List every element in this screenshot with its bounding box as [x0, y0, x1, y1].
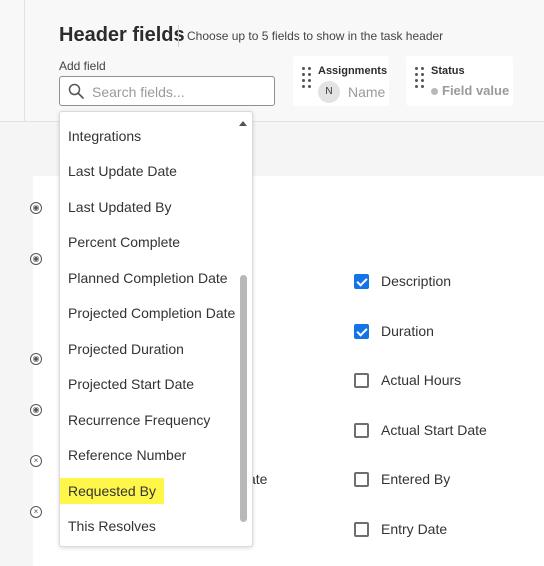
avatar: N — [318, 81, 340, 103]
page-subtitle: Choose up to 5 fields to show in the tas… — [187, 29, 444, 43]
field-dropdown[interactable]: Integrations Last Update Date Last Updat… — [59, 111, 253, 547]
card-title: Assignments — [318, 65, 388, 77]
search-input[interactable] — [90, 80, 270, 104]
eye-icon[interactable]: ◉ — [30, 404, 42, 416]
eye-icon[interactable]: ◉ — [30, 253, 42, 265]
add-field-label: Add field — [59, 59, 106, 73]
scroll-up-icon[interactable] — [239, 121, 247, 126]
checkbox-description[interactable] — [354, 274, 369, 289]
dropdown-item[interactable]: Last Update Date — [68, 163, 177, 179]
header-bar: Header fields Choose up to 5 fields to s… — [0, 0, 544, 122]
scrollbar[interactable] — [240, 275, 247, 522]
search-icon — [68, 83, 84, 104]
dropdown-item[interactable]: Projected Duration — [68, 341, 184, 357]
checkbox-entry-date[interactable] — [354, 522, 369, 537]
checkbox-duration[interactable] — [354, 324, 369, 339]
dropdown-item[interactable]: Last Updated By — [68, 199, 172, 215]
checkbox-label: Description — [381, 273, 452, 289]
checkbox-actual-start-date[interactable] — [354, 423, 369, 438]
header-card-status[interactable]: Status Field value — [406, 56, 513, 106]
checkbox-entered-by[interactable] — [354, 472, 369, 487]
dropdown-item[interactable]: Reference Number — [68, 447, 186, 463]
dropdown-item[interactable]: Integrations — [68, 128, 141, 144]
dropdown-item[interactable]: Projected Start Date — [68, 376, 194, 392]
remove-icon[interactable]: × — [30, 455, 42, 467]
eye-icon[interactable]: ◉ — [30, 353, 42, 365]
remove-icon[interactable]: × — [30, 506, 42, 518]
checkbox-label: Entered By — [381, 471, 451, 487]
drag-handle-icon[interactable] — [302, 67, 311, 89]
drag-handle-icon[interactable] — [415, 67, 424, 89]
checkbox-actual-hours[interactable] — [354, 373, 369, 388]
header-card-assignments[interactable]: Assignments N Name — [293, 56, 389, 106]
title-separator — [178, 25, 179, 47]
checkbox-label: Duration — [381, 323, 434, 339]
eye-icon[interactable]: ◉ — [30, 202, 42, 214]
assignee-name: Name — [348, 84, 386, 100]
status-dot-icon — [431, 88, 438, 95]
dropdown-item[interactable]: Percent Complete — [68, 234, 180, 250]
checkbox-label: Entry Date — [381, 521, 448, 537]
dropdown-item[interactable]: Planned Completion Date — [68, 270, 228, 286]
checkbox-label: Actual Hours — [381, 372, 462, 388]
checkbox-label: Actual Start Date — [381, 422, 487, 438]
search-field[interactable] — [59, 76, 275, 106]
dropdown-item[interactable]: Projected Completion Date — [68, 305, 235, 321]
dropdown-item[interactable]: Recurrence Frequency — [68, 412, 210, 428]
page-title: Header fields — [59, 24, 185, 46]
status-value: Field value — [442, 83, 510, 98]
dropdown-item-highlighted[interactable]: Requested By — [60, 478, 164, 504]
dropdown-item[interactable]: This Resolves — [68, 518, 156, 534]
left-rail — [0, 0, 25, 121]
card-title: Status — [431, 65, 465, 77]
